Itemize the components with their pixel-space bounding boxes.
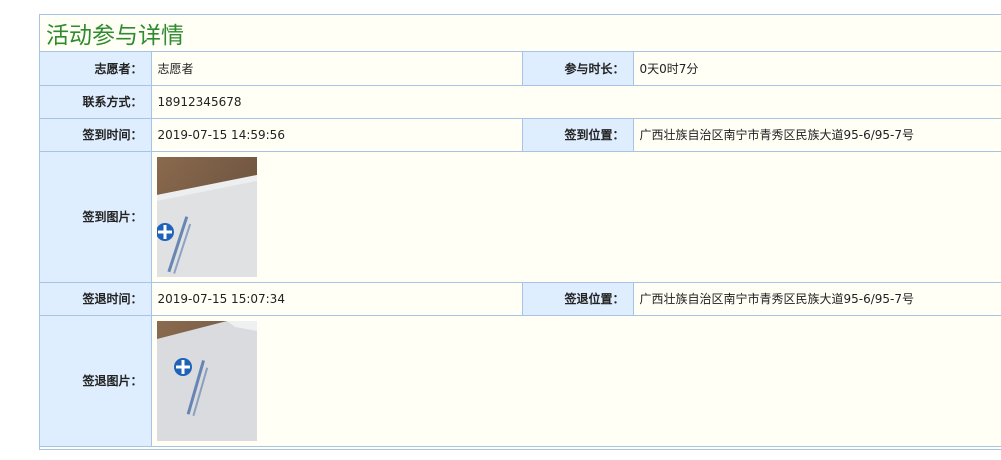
checkout-time-value: 2019-07-15 15:07:34 bbox=[151, 282, 523, 316]
contact-value: 18912345678 bbox=[151, 85, 1001, 119]
checkin-photo[interactable] bbox=[156, 156, 257, 277]
checkout-location-label: 签退位置： bbox=[522, 282, 634, 316]
checkin-location-value: 广西壮族自治区南宁市青秀区民族大道95-6/95-7号 bbox=[633, 118, 1001, 152]
checkout-photo-label: 签退图片： bbox=[40, 315, 152, 447]
checkin-time-value: 2019-07-15 14:59:56 bbox=[151, 118, 523, 152]
checkout-location-value: 广西壮族自治区南宁市青秀区民族大道95-6/95-7号 bbox=[633, 282, 1001, 316]
table-row: 联系方式： 18912345678 bbox=[40, 85, 1001, 119]
page-title: 活动参与详情 bbox=[46, 23, 184, 49]
table-row: 签退时间： 2019-07-15 15:07:34 签退位置： 广西壮族自治区南… bbox=[40, 282, 1001, 316]
checkout-time-label: 签退时间： bbox=[40, 282, 152, 316]
volunteer-value: 志愿者 bbox=[151, 52, 523, 86]
checkout-photo-cell bbox=[151, 315, 1001, 447]
checkin-photo-cell bbox=[151, 151, 1001, 283]
checkin-location-label: 签到位置： bbox=[522, 118, 634, 152]
detail-table: 志愿者： 志愿者 参与时长： 0天0时7分 联系方式： 18912345678 … bbox=[40, 52, 1001, 447]
table-row: 签到图片： bbox=[40, 151, 1001, 283]
table-row: 签退图片： bbox=[40, 315, 1001, 447]
table-row: 签到时间： 2019-07-15 14:59:56 签到位置： 广西壮族自治区南… bbox=[40, 118, 1001, 152]
title-bar: 活动参与详情 bbox=[40, 15, 1001, 52]
volunteer-label: 志愿者： bbox=[40, 52, 152, 86]
duration-label: 参与时长： bbox=[522, 52, 634, 86]
table-row: 志愿者： 志愿者 参与时长： 0天0时7分 bbox=[40, 52, 1001, 86]
checkin-time-label: 签到时间： bbox=[40, 118, 152, 152]
contact-label: 联系方式： bbox=[40, 85, 152, 119]
activity-detail-panel: 活动参与详情 志愿者： 志愿者 参与时长： 0天0时7分 联系方式： 18912… bbox=[39, 14, 1001, 450]
checkout-photo[interactable] bbox=[156, 320, 257, 441]
checkin-photo-label: 签到图片： bbox=[40, 151, 152, 283]
duration-value: 0天0时7分 bbox=[633, 52, 1001, 86]
